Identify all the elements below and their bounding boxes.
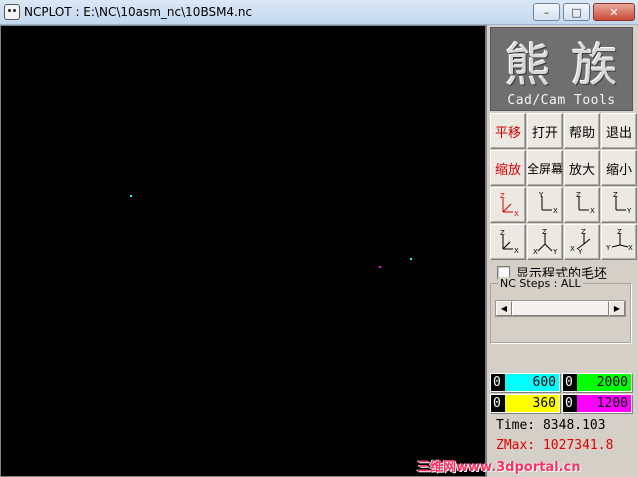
svg-text:X: X xyxy=(628,244,633,252)
speed-color-value: 600 xyxy=(532,375,556,390)
plot-point xyxy=(379,266,381,268)
maximize-icon: □ xyxy=(571,5,582,19)
speed-color-value: 2000 xyxy=(596,375,628,390)
time-value: 8348.103 xyxy=(542,418,606,433)
svg-text:X: X xyxy=(553,207,558,215)
view-iso-yx-icon: Z Y X xyxy=(605,228,633,252)
nc-steps-label: NC Steps : ALL xyxy=(498,277,583,290)
view-zx-button[interactable]: Y X xyxy=(527,187,563,223)
window-title: NCPLOT : E:\NC\10asm_nc\10BSM4.nc xyxy=(24,5,253,19)
scroll-thumb[interactable] xyxy=(512,301,609,316)
svg-text:Z: Z xyxy=(576,191,581,199)
speed-color-index: 0 xyxy=(493,396,501,411)
close-icon: ✕ xyxy=(609,5,619,19)
speed-color-index: 0 xyxy=(565,396,573,411)
speed-color-legend: 0 600 0 2000 0 360 0 1200 xyxy=(490,373,632,413)
plot-point xyxy=(410,258,412,260)
plot-point xyxy=(130,195,132,197)
minimize-icon: – xyxy=(543,5,550,19)
exit-button[interactable]: 退出 xyxy=(601,113,637,149)
view-zy-icon: Z Y xyxy=(613,191,632,215)
logo: 熊 族 Cad/Cam Tools xyxy=(490,27,633,111)
speed-color-cell[interactable]: 0 2000 xyxy=(562,373,632,392)
speed-color-value: 360 xyxy=(532,396,556,411)
view-iso-xy-button[interactable]: Z X Y xyxy=(527,224,563,260)
scroll-left-arrow-icon[interactable]: ◀ xyxy=(496,301,512,316)
view-zy-button[interactable]: Z Y xyxy=(601,187,637,223)
svg-text:X: X xyxy=(533,248,538,256)
svg-text:Z: Z xyxy=(613,191,618,199)
plot-canvas[interactable] xyxy=(0,25,486,477)
svg-text:Y: Y xyxy=(605,244,611,252)
control-panel: 熊 族 Cad/Cam Tools 平移 打开 帮助 退出 缩放 全屏幕 放大 … xyxy=(486,25,638,477)
watermark: 三维网www.3dportal.cn xyxy=(417,460,581,475)
pan-button[interactable]: 平移 xyxy=(490,113,526,149)
view-zx-side-icon: Z X xyxy=(576,191,595,215)
scroll-right-arrow-icon[interactable]: ▶ xyxy=(609,301,625,316)
time-readout: Time: 8348.103 xyxy=(496,418,606,433)
svg-text:Z: Z xyxy=(617,228,622,236)
speed-color-cell[interactable]: 0 600 xyxy=(490,373,560,392)
speed-color-cell[interactable]: 0 1200 xyxy=(562,394,632,413)
zoom-out-button[interactable]: 缩小 xyxy=(601,150,637,186)
view-iso-xy2-icon: Z X Y xyxy=(570,228,591,256)
help-button[interactable]: 帮助 xyxy=(564,113,600,149)
zoom-button[interactable]: 缩放 xyxy=(490,150,526,186)
svg-text:X: X xyxy=(570,245,575,253)
svg-text:X: X xyxy=(514,210,519,218)
view-zx-red-icon: Z X xyxy=(500,192,519,218)
title-bar[interactable]: NCPLOT : E:\NC\10asm_nc\10BSM4.nc – □ ✕ xyxy=(0,0,638,25)
fullscreen-button[interactable]: 全屏幕 xyxy=(527,150,563,186)
svg-text:Z: Z xyxy=(500,192,505,200)
view-iso-yx-button[interactable]: Z Y X xyxy=(601,224,637,260)
view-zx-icon: Y X xyxy=(538,191,558,215)
zmax-value: 1027341.8 xyxy=(542,438,614,453)
speed-color-index: 0 xyxy=(565,375,573,390)
close-button[interactable]: ✕ xyxy=(593,3,635,21)
zmax-label: ZMax: xyxy=(496,438,536,453)
zmax-readout: ZMax: 1027341.8 xyxy=(496,438,613,453)
open-button[interactable]: 打开 xyxy=(527,113,563,149)
nc-steps-group: NC Steps : ALL ◀ ▶ xyxy=(490,277,631,343)
logo-char: 熊 xyxy=(504,38,553,92)
svg-text:Y: Y xyxy=(552,248,558,256)
view-zx-side-button[interactable]: Z X xyxy=(564,187,600,223)
tool-button-grid: 平移 打开 帮助 退出 缩放 全屏幕 放大 缩小 Z X Y X Z X Z Y… xyxy=(490,113,637,260)
svg-text:Z: Z xyxy=(581,228,586,236)
speed-color-index: 0 xyxy=(493,375,501,390)
time-label: Time: xyxy=(496,418,536,433)
view-iso-zyx-icon: Z X xyxy=(500,229,519,255)
svg-text:Z: Z xyxy=(542,228,547,236)
nc-steps-scrollbar[interactable]: ◀ ▶ xyxy=(495,300,626,317)
view-iso-xy-icon: Z X Y xyxy=(533,228,558,256)
speed-color-value: 1200 xyxy=(596,396,628,411)
logo-subtitle: Cad/Cam Tools xyxy=(507,93,616,108)
zoom-in-button[interactable]: 放大 xyxy=(564,150,600,186)
logo-char: 族 xyxy=(571,38,620,92)
view-iso-zyx-button[interactable]: Z X xyxy=(490,224,526,260)
svg-text:X: X xyxy=(590,207,595,215)
svg-text:Y: Y xyxy=(577,248,583,256)
view-zx-red-button[interactable]: Z X xyxy=(490,187,526,223)
view-iso-xy2-button[interactable]: Z X Y xyxy=(564,224,600,260)
minimize-button[interactable]: – xyxy=(533,3,560,21)
svg-text:X: X xyxy=(514,247,519,255)
svg-text:Y: Y xyxy=(626,207,632,215)
app-icon xyxy=(4,4,20,20)
svg-text:Y: Y xyxy=(538,191,544,199)
speed-color-cell[interactable]: 0 360 xyxy=(490,394,560,413)
maximize-button[interactable]: □ xyxy=(563,3,590,21)
svg-text:Z: Z xyxy=(500,229,505,237)
